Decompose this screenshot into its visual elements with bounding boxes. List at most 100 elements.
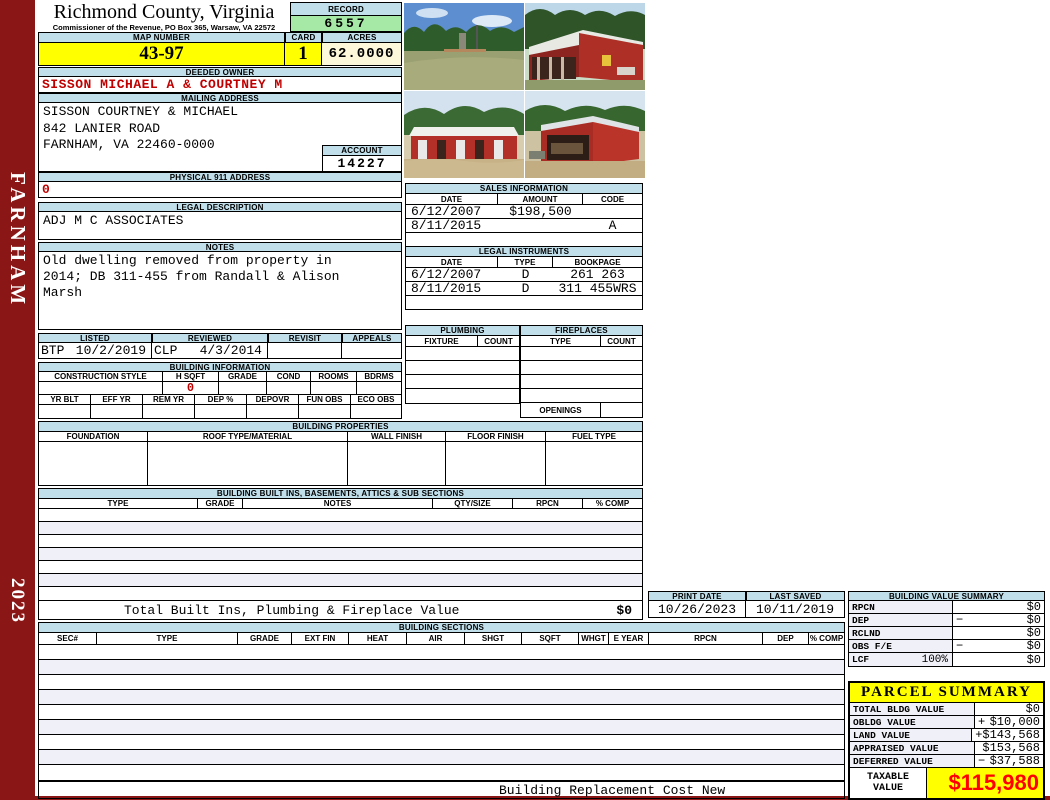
col-sale-code: CODE [600, 194, 625, 204]
parcel-summary: PARCEL SUMMARY TOTAL BLDG VALUE $0 OBLDG… [848, 681, 1045, 800]
col-sqft: SQFT [522, 633, 579, 644]
parcel-label: LAND VALUE [850, 729, 973, 741]
plumbing-row-empty [406, 375, 519, 389]
acres-label: ACRES [322, 32, 402, 43]
plumbing-row-empty [406, 361, 519, 375]
summary-value: $0 [1026, 652, 1041, 667]
legal-instruments-title: LEGAL INSTRUMENTS [405, 246, 643, 257]
property-photo-stable[interactable] [404, 91, 524, 178]
notes-value: Old dwelling removed from property in 20… [38, 252, 402, 330]
listed-label: LISTED [38, 333, 152, 343]
col-type: TYPE [97, 633, 238, 644]
property-photos [404, 3, 645, 178]
instrument-bookpage: 311 455WRS [558, 281, 637, 296]
print-date-value: 10/26/2023 [649, 601, 746, 617]
summary-op: − [956, 639, 964, 653]
depovr-value [247, 405, 299, 418]
fireplaces-title: FIREPLACES [520, 325, 643, 336]
cond-value [267, 382, 311, 394]
col-roof-type: ROOF TYPE/MATERIAL [148, 432, 348, 441]
col-yr-blt: YR BLT [39, 395, 91, 404]
listed-value: BTP 10/2/2019 [39, 343, 152, 358]
parcel-value: $10,000 [989, 715, 1040, 729]
built-ins-total-label: Total Built Ins, Plumbing & Fireplace Va… [124, 602, 460, 618]
property-photo-barn[interactable] [525, 3, 645, 90]
commissioner-line: Commissioner of the Revenue, PO Box 365,… [52, 23, 276, 32]
card-value: 1 [285, 43, 322, 66]
col-fuel-type: FUEL TYPE [572, 432, 616, 441]
plumbing: PLUMBING FIXTURE COUNT [405, 325, 520, 404]
yr-blt-value [39, 405, 91, 418]
col-fixture: FIXTURE [406, 336, 478, 346]
col-bi-notes: NOTES [243, 499, 433, 508]
taxable-value-row: TAXABLE VALUE $115,980 [850, 768, 1043, 798]
built-ins-row-empty [39, 509, 642, 522]
col-sale-date: DATE [406, 194, 498, 204]
col-eco-obs: ECO OBS [357, 395, 395, 404]
account-label: ACCOUNT [322, 145, 402, 156]
card-label: CARD [285, 32, 322, 43]
parcel-value: $143,568 [982, 728, 1040, 742]
col-dep-pct: DEP % [195, 395, 247, 404]
eco-obs-value [351, 405, 401, 418]
col-grade: GRADE [238, 633, 292, 644]
fireplaces: FIREPLACES TYPE COUNT OPENINGS [520, 325, 643, 418]
map-card-acres: MAP NUMBER CARD ACRES 43-97 1 62.0000 [38, 32, 402, 66]
building-properties-title: BUILDING PROPERTIES [38, 421, 643, 432]
openings-row: OPENINGS [521, 403, 642, 417]
dep-pct-value [195, 405, 247, 418]
print-info: PRINT DATE LAST SAVED 10/26/2023 10/11/2… [648, 591, 845, 618]
reviewed-by: CLP [154, 343, 178, 358]
notes-line: Marsh [43, 285, 83, 300]
col-whgt: WHGT [579, 633, 609, 644]
property-photo-equipment-barn[interactable] [525, 91, 645, 178]
legal-instruments: LEGAL INSTRUMENTS DATE TYPE BOOKPAGE 6/1… [405, 246, 643, 310]
col-bi-comp: % COMP [595, 499, 630, 508]
col-dep: DEP [763, 633, 809, 644]
col-shgt: SHGT [465, 633, 522, 644]
acres-value: 62.0000 [322, 43, 402, 66]
legal-description-label: LEGAL DESCRIPTION [38, 202, 402, 212]
col-heat: HEAT [349, 633, 407, 644]
col-rooms: ROOMS [311, 372, 357, 381]
county-title: Richmond County, Virginia [53, 1, 275, 23]
section-row-empty [39, 765, 844, 780]
parcel-value: $0 [1025, 702, 1040, 716]
summary-row-dep: DEP − $0 [849, 613, 1044, 627]
plumbing-title: PLUMBING [405, 325, 520, 336]
col-instrument-bookpage: BOOKPAGE [574, 257, 621, 267]
district-band: FARNHAM 2023 [0, 0, 35, 800]
parcel-label: APPRAISED VALUE [850, 742, 975, 754]
deeded-owner-label: DEEDED OWNER [38, 67, 402, 77]
reviewed-label: REVIEWED [152, 333, 268, 343]
col-bi-qty: QTY/SIZE [433, 499, 513, 508]
section-row-empty [39, 735, 844, 750]
fireplace-row-empty [521, 389, 642, 403]
property-photo-field[interactable] [404, 3, 524, 90]
building-information: BUILDING INFORMATION CONSTRUCTION STYLE … [38, 362, 402, 419]
lcf-percent: 100% [921, 653, 948, 666]
built-ins-row-empty [39, 522, 642, 535]
summary-value: $0 [1026, 613, 1041, 627]
col-rpcn: RPCN [649, 633, 763, 644]
fireplace-row-empty [521, 347, 642, 361]
instrument-type: D [521, 267, 530, 282]
map-number-label: MAP NUMBER [38, 32, 285, 43]
record-label: RECORD [290, 2, 402, 16]
col-h-sqft: H SQFT [163, 372, 219, 381]
summary-op: − [956, 613, 964, 627]
fun-obs-value [299, 405, 351, 418]
summary-row-lcf: LCF 100% $0 [849, 652, 1044, 667]
col-bdrms: BDRMS [364, 372, 394, 381]
sale-row: 6/12/2007 $198,500 [406, 204, 642, 219]
section-row-empty [39, 675, 844, 690]
tax-year: 2023 [7, 578, 28, 624]
physical-911-value: 0 [38, 182, 402, 198]
col-bi-type: TYPE [39, 499, 198, 508]
notes-label: NOTES [38, 242, 402, 252]
taxable-value-amount: $115,980 [927, 768, 1043, 798]
property-record-card-page: { "sidebar": { "district": "FARNHAM", "y… [0, 0, 1050, 800]
parcel-value: $37,588 [989, 754, 1040, 768]
col-instrument-type: TYPE [498, 257, 553, 267]
sale-date: 6/12/2007 [411, 204, 482, 219]
